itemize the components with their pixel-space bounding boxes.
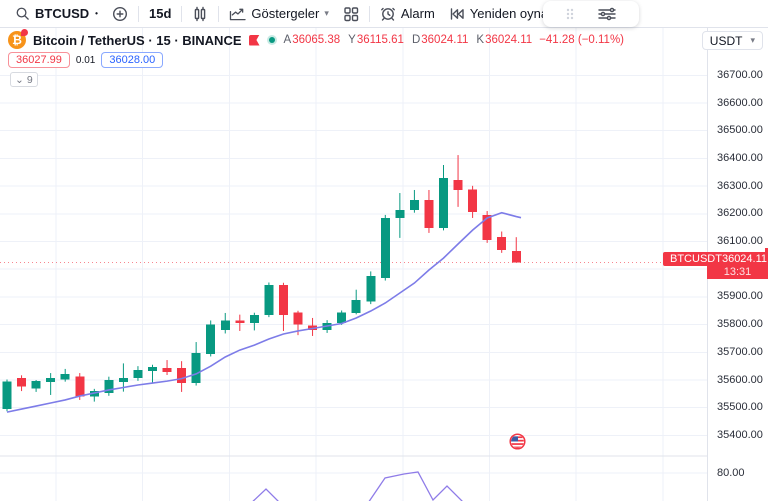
indicators-label: Göstergeler: [251, 6, 319, 21]
compare-add-button[interactable]: [105, 2, 135, 26]
axis-tick-label: 36100.00: [708, 235, 768, 247]
axis-tick-label: 36400.00: [708, 152, 768, 164]
currency-dropdown[interactable]: USDT ▾: [702, 31, 763, 50]
top-toolbar: BTCUSD • 15d Göstergeler ▾: [0, 0, 768, 28]
axis-tick-label: 36700.00: [708, 69, 768, 81]
axis-tick-label: 35800.00: [708, 318, 768, 330]
red-flag-icon[interactable]: [249, 35, 260, 46]
layout-grid-icon: [343, 6, 359, 22]
chart-window: { "toolbar": { "symbol_button": "BTCUSD"…: [0, 0, 768, 501]
chart-style-button[interactable]: [185, 2, 215, 26]
axis-tick-label: 36500.00: [708, 124, 768, 136]
chart-canvas[interactable]: [0, 0, 768, 501]
sliders-icon[interactable]: [597, 6, 617, 22]
replay-label: Yeniden oynat: [470, 6, 552, 21]
rewind-icon: [449, 6, 465, 22]
layout-templates-button[interactable]: [336, 2, 366, 26]
indicators-button[interactable]: Göstergeler ▾: [222, 2, 335, 26]
indicators-chart-icon: [229, 6, 246, 21]
candlestick-icon: [192, 6, 208, 22]
axis-tick-label: 35600.00: [708, 374, 768, 386]
ask-price-box[interactable]: 36028.00: [101, 52, 163, 68]
symbol-legend: ₿ Bitcoin / TetherUS · 15 · BINANCE A360…: [8, 31, 624, 49]
replay-button[interactable]: Yeniden oynat: [442, 2, 559, 26]
symbol-title[interactable]: Bitcoin / TetherUS · 15 · BINANCE: [33, 33, 242, 48]
axis-tick-label: 35900.00: [708, 290, 768, 302]
chevron-down-icon: ⌄: [15, 74, 24, 86]
symbol-flag-dot: •: [95, 9, 98, 19]
ohlc-values: A36065.38 Y36115.61 D36024.11 K36024.11: [284, 34, 533, 46]
market-open-dot-icon: [267, 35, 277, 45]
tag-price: 36024.11: [722, 253, 767, 265]
current-price-tag: BTCUSDT 36024.11 13:31: [663, 252, 768, 279]
drag-dots-icon[interactable]: [565, 7, 575, 21]
legend-collapse-button[interactable]: ⌄ 9: [10, 72, 38, 87]
toolbar-divider: [138, 6, 139, 22]
symbol-search-button[interactable]: BTCUSD •: [8, 2, 105, 26]
toolbar-divider: [181, 6, 182, 22]
bid-price-box[interactable]: 36027.99: [8, 52, 70, 68]
toolbar-divider: [218, 6, 219, 22]
interval-button[interactable]: 15d: [142, 2, 178, 26]
axis-tick-label: 35500.00: [708, 401, 768, 413]
alarm-label: Alarm: [401, 6, 435, 21]
axis-tick-label: 36300.00: [708, 180, 768, 192]
axis-tick-label: 80.00: [708, 467, 768, 479]
symbol-search-label: BTCUSD: [35, 6, 89, 21]
tag-countdown: 13:31: [707, 266, 768, 279]
spread-value: 0.01: [76, 55, 95, 66]
chevron-down-icon: ▾: [750, 35, 755, 46]
axis-tick-label: 35400.00: [708, 429, 768, 441]
alarm-clock-icon: [380, 6, 396, 22]
axis-tick-label: 36200.00: [708, 207, 768, 219]
chevron-down-icon: ▾: [324, 8, 329, 19]
axis-tick-label: 36600.00: [708, 97, 768, 109]
tag-symbol: BTCUSDT: [670, 253, 722, 265]
floating-toolbar: [543, 1, 639, 27]
event-flag-icon[interactable]: [509, 433, 526, 450]
quote-row: 36027.99 0.01 36028.00: [8, 52, 163, 68]
axis-tick-label: 35700.00: [708, 346, 768, 358]
plus-circle-icon: [112, 6, 128, 22]
search-icon: [15, 6, 30, 21]
alarm-button[interactable]: Alarm: [373, 2, 442, 26]
bitcoin-logo-icon: ₿: [8, 31, 26, 49]
price-change: −41.28 (−0.11%): [539, 34, 624, 46]
toolbar-divider: [369, 6, 370, 22]
